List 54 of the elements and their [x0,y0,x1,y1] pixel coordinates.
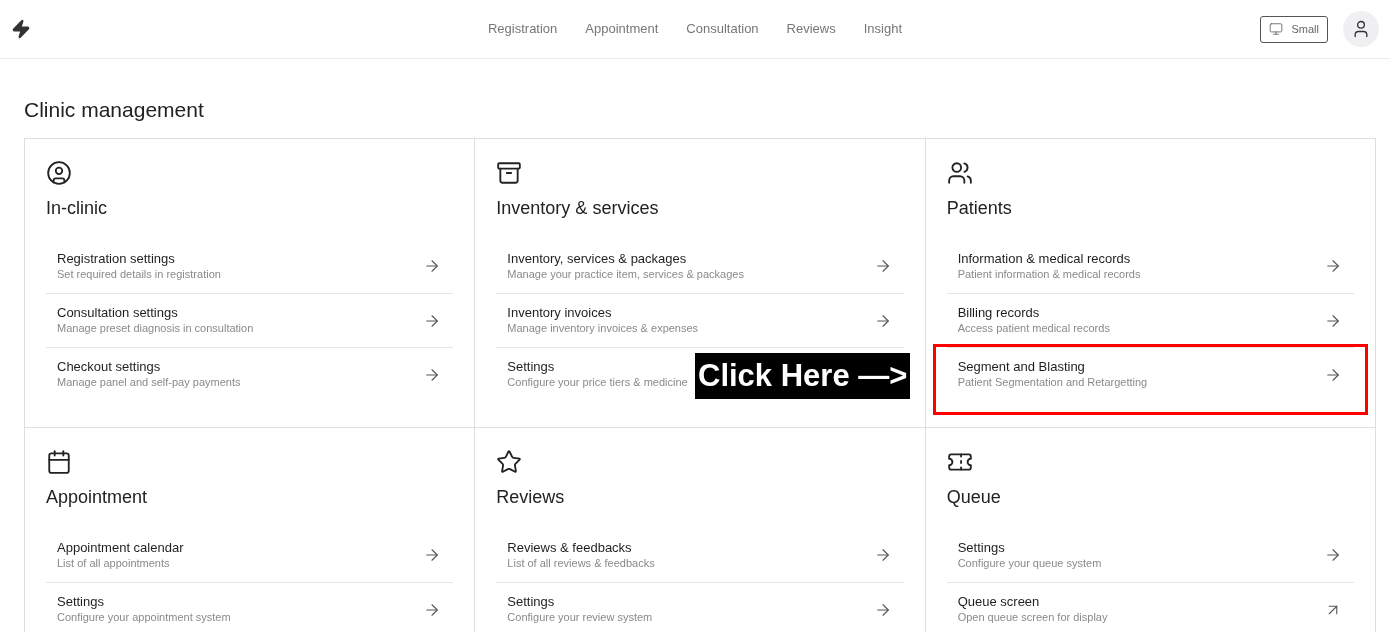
item-title[interactable]: Registration settings [57,250,221,267]
item-subtitle: List of all reviews & feedbacks [507,555,655,571]
item-subtitle: Manage preset diagnosis in consultation [57,321,254,336]
item-title[interactable]: Settings [507,359,688,375]
item-title[interactable]: Consultation settings [57,305,254,321]
item-subtitle: Access patient medical records [957,321,1110,336]
person-circle-icon [46,160,72,186]
item-subtitle: Manage inventory invoices & expenses [507,321,699,336]
section-title: Patients [946,197,1013,220]
item-title[interactable]: Inventory, services & packages [507,250,744,267]
item-title[interactable]: Information & medical records [957,250,1141,267]
item-subtitle: Manage your practice item, services & packages [507,266,744,282]
item-title[interactable]: Settings [507,594,653,610]
section-title: Appointment [46,486,149,509]
item-subtitle: Configure your review system [507,610,653,625]
section-title: Queue [946,486,1002,509]
item-subtitle: Configure your queue system [957,555,1102,571]
item-title[interactable]: Settings [57,594,231,610]
people-icon [946,160,973,186]
item-subtitle: Manage panel and self-pay payments [57,375,241,390]
section-title: Inventory & services [496,197,660,220]
item-title[interactable]: Reviews & feedbacks [507,539,655,556]
item-subtitle: Patient information & medical records [957,266,1141,282]
section-title: In-clinic [46,197,108,220]
nav-link[interactable]: Appointment [585,19,659,39]
bolt-logo-icon[interactable] [11,19,31,39]
nav-link[interactable]: Registration [487,19,558,39]
nav-link[interactable]: Insight [863,19,903,39]
star-icon [496,449,523,475]
item-subtitle: Configure your appointment system [57,610,231,625]
item-subtitle: Patient Segmentation and Retargetting [957,375,1148,390]
item-title[interactable]: Appointment calendar [57,539,184,556]
item-subtitle: Configure your price tiers & medicine [507,375,688,390]
monitor-icon [1269,22,1284,36]
page-title: Clinic management [24,97,205,123]
nav-link[interactable]: Reviews [786,19,836,39]
avatar-button[interactable] [1343,11,1379,47]
nav-link[interactable]: Consultation [686,19,759,39]
item-title[interactable]: Segment and Blasting [957,359,1148,375]
arrow-right-icon[interactable] [1324,257,1342,275]
arrow-right-icon[interactable] [1324,546,1342,564]
archive-icon [496,160,523,186]
item-title[interactable]: Billing records [957,305,1110,321]
item-subtitle: Open queue screen for display [957,610,1108,625]
size-button[interactable]: Small [1260,15,1328,43]
item-subtitle: List of all appointments [57,555,171,571]
item-title[interactable]: Checkout settings [57,359,241,375]
item-title[interactable]: Queue screen [957,594,1108,610]
click-here-callout: Click Here —> [695,353,911,399]
item-title[interactable]: Settings [957,539,1102,556]
item-subtitle: Set required details in registration [57,266,221,282]
item-title[interactable]: Inventory invoices [507,305,699,321]
section-title: Reviews [496,486,566,509]
calendar-icon [46,449,72,475]
